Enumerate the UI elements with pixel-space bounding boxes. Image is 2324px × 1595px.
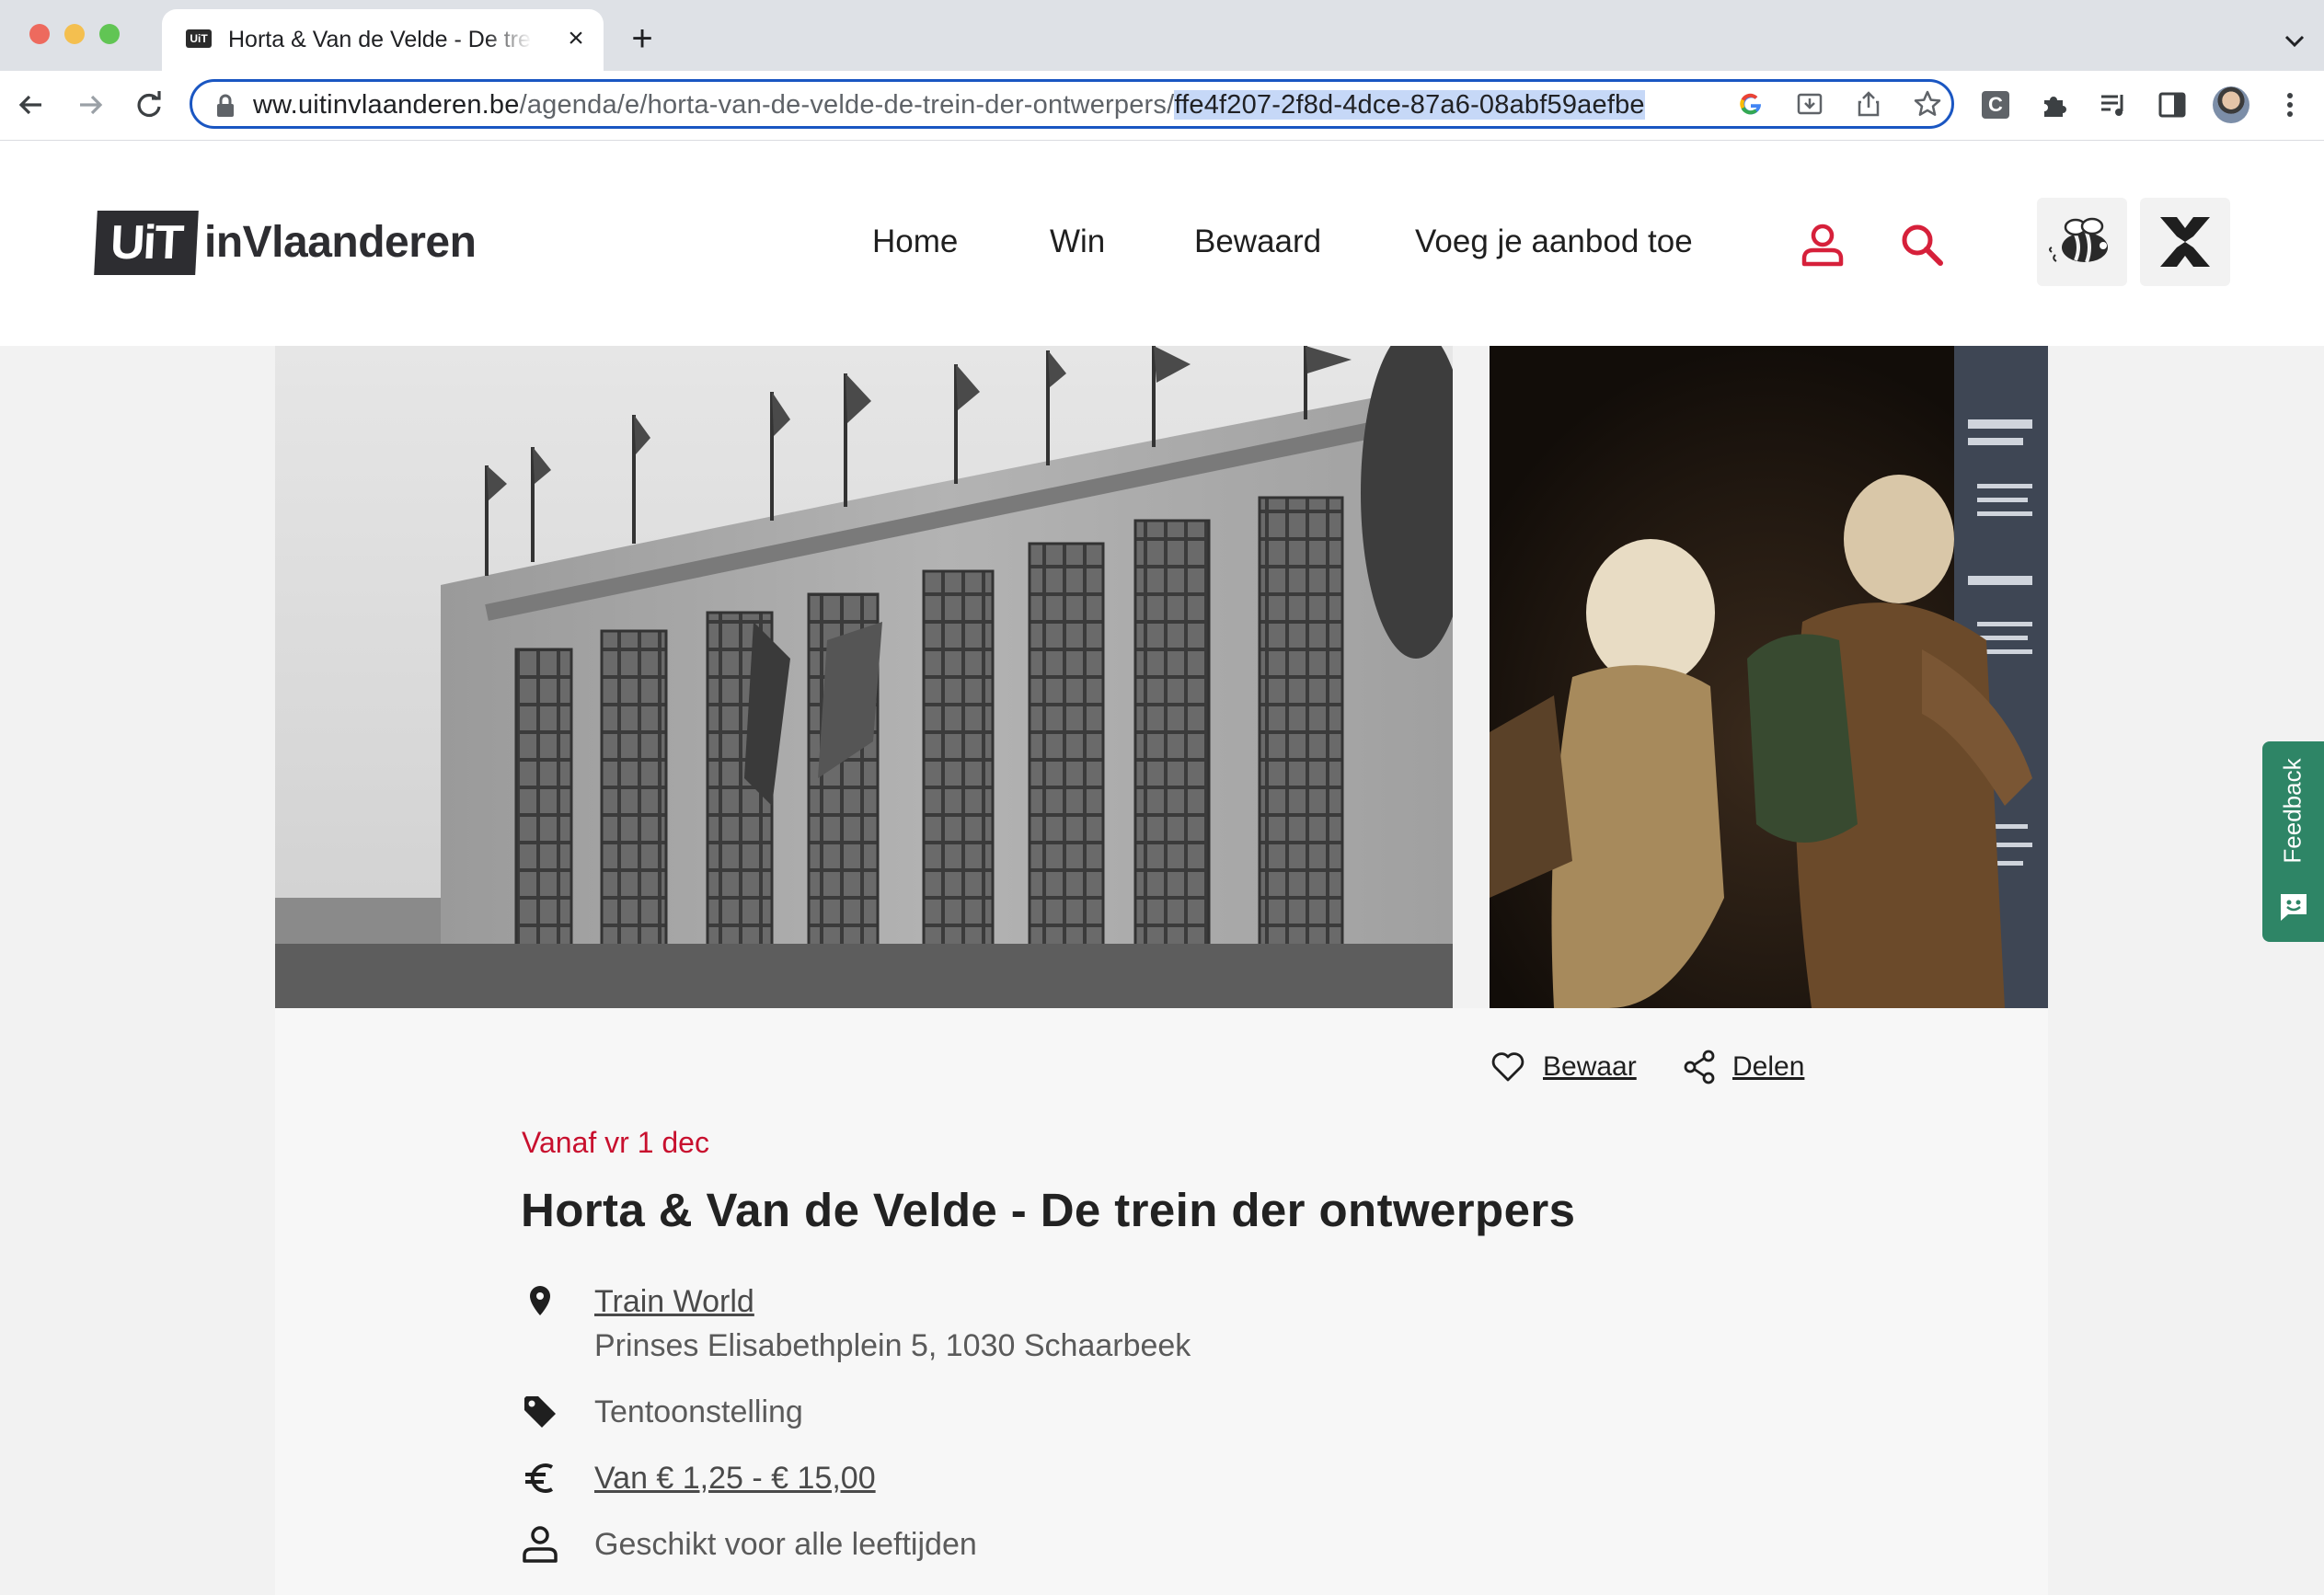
browser-tab[interactable]: UiT Horta & Van de Velde - De trein der …: [162, 9, 604, 71]
close-x-icon: [2160, 217, 2210, 267]
share-nodes-icon: [1684, 1050, 1715, 1084]
event-date: Vanaf vr 1 dec: [522, 1126, 709, 1159]
bee-icon: [2049, 217, 2108, 263]
share-label: Delen: [1732, 1051, 1805, 1082]
price-link[interactable]: Van € 1,25 - € 15,00: [594, 1458, 876, 1498]
bee-button[interactable]: [2037, 198, 2127, 286]
tab-title: Horta & Van de Velde - De trein der ontw…: [228, 26, 532, 53]
window-close-dot[interactable]: [29, 24, 50, 44]
location-address: Prinses Elisabethplein 5, 1030 Schaarbee…: [594, 1328, 1191, 1363]
url-selection: ffe4f207-2f8d-4dce-87a6-08abf59aefbe: [1174, 90, 1645, 120]
logo-text[interactable]: inVlaanderen: [204, 216, 477, 270]
install-icon[interactable]: [1795, 89, 1824, 119]
profile-avatar[interactable]: [2211, 85, 2251, 125]
nav-voeg-aanbod-toe[interactable]: Voeg je aanbod toe: [1415, 222, 1693, 262]
close-x-button[interactable]: [2140, 198, 2230, 286]
location-link[interactable]: Train World: [594, 1281, 754, 1322]
feedback-label: Feedback: [2279, 757, 2307, 864]
nav-win[interactable]: Win: [1050, 222, 1105, 262]
tag-icon: [521, 1393, 559, 1431]
person-icon: [521, 1525, 559, 1564]
event-image-station[interactable]: [275, 346, 1453, 1008]
media-icon[interactable]: [2093, 85, 2134, 125]
forward-arrow-icon[interactable]: [70, 85, 110, 125]
save-button[interactable]: Bewaar: [1490, 1049, 1637, 1085]
category-text: Tentoonstelling: [594, 1394, 803, 1429]
star-icon[interactable]: [1913, 89, 1942, 119]
event-title: Horta & Van de Velde - De trein der ontw…: [521, 1184, 1576, 1236]
more-menu-icon[interactable]: [2270, 85, 2310, 125]
window-minimize-dot[interactable]: [64, 24, 85, 44]
heart-icon: [1491, 1052, 1524, 1082]
tab-favicon-icon: UiT: [186, 29, 212, 48]
save-label: Bewaar: [1543, 1051, 1637, 1082]
reload-icon[interactable]: [129, 85, 169, 125]
tab-close-icon[interactable]: ×: [559, 22, 593, 55]
site-header: UiT inVlaanderen Home Win Bewaard Voeg j…: [0, 141, 2324, 346]
google-icon[interactable]: [1736, 89, 1766, 119]
url-text[interactable]: ww.uitinvlaanderen.be/agenda/e/horta-van…: [253, 90, 1645, 120]
lock-icon[interactable]: [214, 93, 236, 119]
browser-tabstrip: UiT Horta & Van de Velde - De trein der …: [0, 0, 2324, 71]
nav-home[interactable]: Home: [872, 222, 958, 262]
user-icon[interactable]: [1800, 222, 1846, 268]
puzzle-icon[interactable]: [2034, 85, 2075, 125]
window-maximize-dot[interactable]: [99, 24, 120, 44]
euro-icon: [521, 1459, 559, 1497]
share-button[interactable]: Delen: [1683, 1049, 1804, 1085]
share-icon[interactable]: [1854, 89, 1883, 119]
location-pin-icon: [521, 1282, 559, 1321]
tab-search-chevron-icon[interactable]: [2278, 24, 2311, 57]
browser-toolbar: ww.uitinvlaanderen.be/agenda/e/horta-van…: [0, 71, 2324, 141]
feedback-tab[interactable]: Feedback: [2262, 741, 2324, 942]
age-text: Geschikt voor alle leeftijden: [594, 1527, 977, 1562]
extension-c-icon[interactable]: C: [1975, 85, 2016, 125]
logo-uit[interactable]: UiT: [94, 211, 199, 275]
search-icon[interactable]: [1899, 222, 1945, 268]
nav-bewaard[interactable]: Bewaard: [1194, 222, 1321, 262]
event-image-visitors[interactable]: [1490, 346, 2048, 1008]
address-bar[interactable]: ww.uitinvlaanderen.be/agenda/e/horta-van…: [190, 79, 1954, 129]
sidepanel-icon[interactable]: [2152, 85, 2192, 125]
back-arrow-icon[interactable]: [11, 85, 52, 125]
feedback-smiley-icon: [2277, 890, 2310, 924]
new-tab-icon[interactable]: +: [626, 20, 659, 57]
